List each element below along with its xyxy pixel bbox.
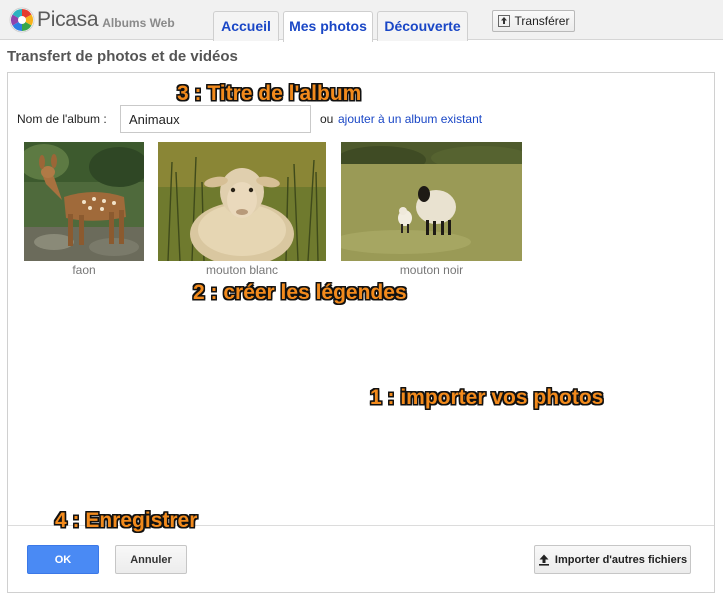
annotation-captions: 2 : créer les légendes xyxy=(193,281,407,304)
cancel-button[interactable]: Annuler xyxy=(115,545,187,574)
upload-icon xyxy=(497,15,510,27)
white-sheep-photo[interactable] xyxy=(158,142,326,261)
import-more-files-label: Importer d'autres fichiers xyxy=(554,553,688,566)
photo-caption[interactable]: mouton noir xyxy=(341,263,522,277)
ok-button[interactable]: OK xyxy=(27,545,99,574)
tab-decouverte[interactable]: Découverte xyxy=(377,11,468,41)
tab-accueil[interactable]: Accueil xyxy=(213,11,279,41)
fawn-photo[interactable] xyxy=(24,142,144,261)
album-or-text: ou xyxy=(320,112,334,126)
photo-item-faon[interactable]: faon xyxy=(24,142,144,277)
upload-icon xyxy=(538,554,549,566)
top-bar: Picasa Albums Web Accueil Mes photos Déc… xyxy=(0,0,723,42)
add-to-existing-album-link[interactable]: ajouter à un album existant xyxy=(338,112,482,126)
annotation-save: 4 : Enregistrer xyxy=(55,509,198,532)
album-name-input[interactable] xyxy=(120,105,311,133)
picasa-pinwheel-icon xyxy=(9,7,35,33)
album-name-label: Nom de l'album : xyxy=(17,112,107,126)
picasa-logo[interactable]: Picasa Albums Web xyxy=(9,7,175,33)
photo-item-mouton-noir[interactable]: mouton noir xyxy=(341,142,522,277)
logo-wordmark: Picasa xyxy=(37,8,99,31)
photo-caption[interactable]: faon xyxy=(24,263,144,277)
photo-caption[interactable]: mouton blanc xyxy=(158,263,326,277)
black-sheep-photo[interactable] xyxy=(341,142,522,261)
annotation-import-photos: 1 : importer vos photos xyxy=(370,386,604,409)
annotation-album-title: 3 : Titre de l'album xyxy=(177,82,362,105)
transferer-label: Transférer xyxy=(514,14,570,28)
transferer-button[interactable]: Transférer xyxy=(492,10,575,32)
import-more-files-button[interactable]: Importer d'autres fichiers xyxy=(534,545,691,574)
logo-subtitle: Albums Web xyxy=(102,15,175,30)
picasa-upload-page: Picasa Albums Web Accueil Mes photos Déc… xyxy=(0,0,723,602)
page-title: Transfert de photos et de vidéos xyxy=(7,48,238,65)
tab-mes-photos[interactable]: Mes photos xyxy=(283,11,373,42)
photo-item-mouton-blanc[interactable]: mouton blanc xyxy=(158,142,326,277)
